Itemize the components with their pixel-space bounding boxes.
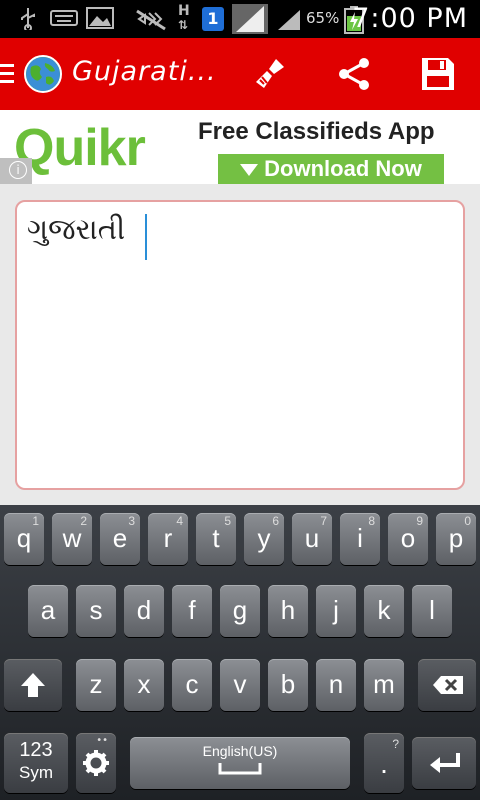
- key-l[interactable]: l: [412, 585, 452, 637]
- keyboard-icon: [50, 10, 78, 26]
- key-x[interactable]: x: [124, 659, 164, 711]
- key-b[interactable]: b: [268, 659, 308, 711]
- enter-key[interactable]: [412, 737, 476, 789]
- down-arrow-icon: [240, 164, 259, 177]
- globe-icon: [24, 55, 62, 93]
- gear-icon: [83, 750, 109, 776]
- status-bar: H ⇅ 1 65% 7:00 PM: [0, 0, 480, 38]
- key-k[interactable]: k: [364, 585, 404, 637]
- hsdpa-label: H: [178, 3, 190, 19]
- settings-key[interactable]: ••: [76, 733, 116, 793]
- ad-brand: Quikr: [14, 119, 146, 177]
- share-icon: [339, 58, 369, 90]
- key-y[interactable]: 6y: [244, 513, 284, 565]
- key-e[interactable]: 3e: [100, 513, 140, 565]
- key-u[interactable]: 7u: [292, 513, 332, 565]
- sim-label: 1: [207, 9, 219, 28]
- ad-headline: Free Classifieds App: [198, 118, 435, 145]
- key-i[interactable]: 8i: [340, 513, 380, 565]
- soft-keyboard: 1q 2w 3e 4r 5t 6y 7u 8i 9o 0p a s d f g …: [0, 505, 480, 800]
- space-bar-icon: [218, 763, 262, 775]
- editor-text: ગુજરાતી: [27, 212, 126, 246]
- shift-key[interactable]: [4, 659, 62, 711]
- usb-icon: [21, 8, 35, 30]
- enter-icon: [430, 753, 460, 773]
- menu-icon[interactable]: [0, 64, 14, 84]
- key-j[interactable]: j: [316, 585, 356, 637]
- key-p[interactable]: 0p: [436, 513, 476, 565]
- info-icon: i: [9, 161, 27, 179]
- hsdpa-icon: H ⇅: [178, 3, 190, 32]
- ad-cta: Download Now: [264, 156, 422, 181]
- mute-icon: [136, 9, 166, 31]
- save-icon: [422, 58, 454, 90]
- sym-key[interactable]: 123 Sym: [4, 733, 68, 793]
- text-editor[interactable]: ગુજરાતી: [15, 200, 465, 490]
- key-g[interactable]: g: [220, 585, 260, 637]
- key-r[interactable]: 4r: [148, 513, 188, 565]
- app-title: Gujarati...: [72, 56, 217, 87]
- sym-label-line1: 123: [19, 739, 53, 761]
- backspace-key[interactable]: [418, 659, 476, 711]
- clock: 7:00 PM: [352, 3, 468, 34]
- key-s[interactable]: s: [76, 585, 116, 637]
- period-key[interactable]: ? .: [364, 733, 404, 793]
- share-button[interactable]: [336, 56, 372, 92]
- key-t[interactable]: 5t: [196, 513, 236, 565]
- key-c[interactable]: c: [172, 659, 212, 711]
- key-v[interactable]: v: [220, 659, 260, 711]
- shift-icon: [21, 673, 45, 697]
- key-o[interactable]: 9o: [388, 513, 428, 565]
- signal-icon: [278, 10, 300, 30]
- key-a[interactable]: a: [28, 585, 68, 637]
- app-bar: Gujarati...: [0, 38, 480, 110]
- save-button[interactable]: [420, 56, 456, 92]
- key-z[interactable]: z: [76, 659, 116, 711]
- signal-icon: [232, 4, 268, 34]
- clear-icon: [256, 59, 284, 88]
- space-label: English(US): [202, 743, 278, 759]
- key-n[interactable]: n: [316, 659, 356, 711]
- ad-download-button[interactable]: Download Now: [218, 154, 444, 184]
- image-icon: [86, 7, 114, 29]
- key-d[interactable]: d: [124, 585, 164, 637]
- space-key[interactable]: English(US): [130, 737, 350, 789]
- key-w[interactable]: 2w: [52, 513, 92, 565]
- sym-label-line2: Sym: [19, 763, 53, 782]
- battery-percent: 65%: [306, 9, 340, 27]
- key-q[interactable]: 1q: [4, 513, 44, 565]
- clear-button[interactable]: [252, 56, 288, 92]
- sim-1-icon: 1: [202, 7, 224, 31]
- key-m[interactable]: m: [364, 659, 404, 711]
- key-h[interactable]: h: [268, 585, 308, 637]
- key-f[interactable]: f: [172, 585, 212, 637]
- quikr-logo: Quikr: [14, 119, 146, 177]
- ad-banner[interactable]: Quikr Free Classifieds App Download Now …: [0, 110, 480, 184]
- ad-info-button[interactable]: i: [0, 158, 32, 184]
- text-cursor: [145, 214, 147, 260]
- backspace-icon: [433, 676, 463, 694]
